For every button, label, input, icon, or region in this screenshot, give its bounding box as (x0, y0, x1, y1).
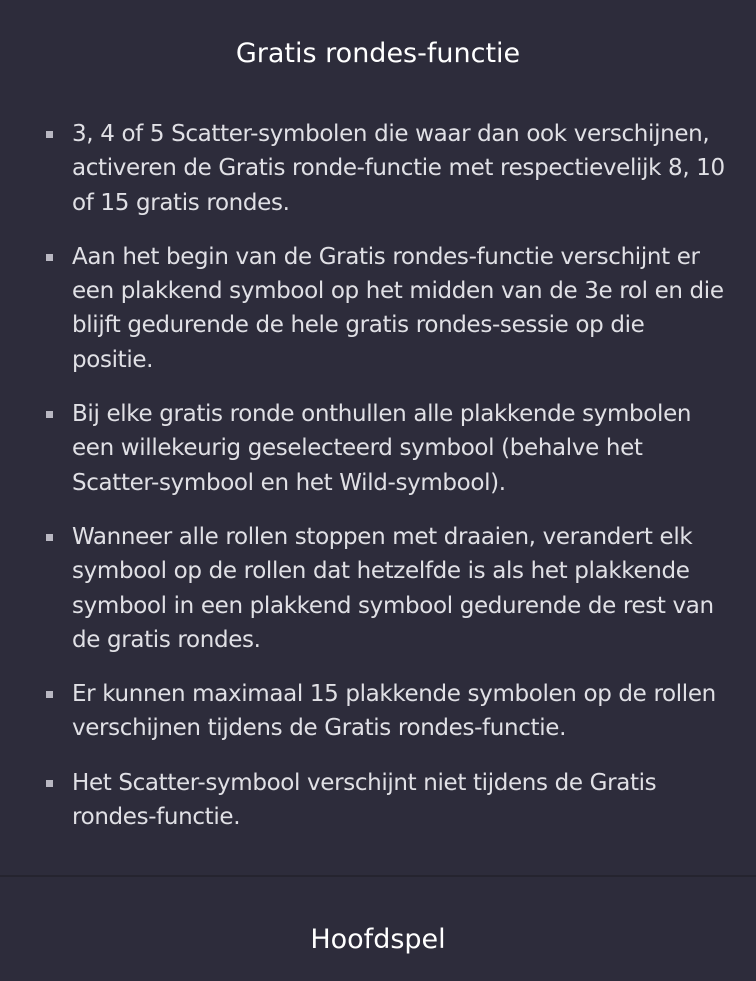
square-bullet-icon (46, 533, 53, 541)
square-bullet-icon (46, 411, 53, 419)
square-bullet-icon (46, 131, 53, 138)
main-game-section-header[interactable]: Hoofdspel (0, 920, 756, 960)
rule-item: 3, 4 of 5 Scatter-symbolen die waar dan … (0, 117, 756, 220)
square-bullet-icon (46, 253, 53, 261)
rules-list: 3, 4 of 5 Scatter-symbolen die waar dan … (0, 117, 756, 854)
section-title: Gratis rondes-functie (235, 38, 521, 69)
rule-text: Aan het begin van de Gratis rondes-funct… (72, 243, 724, 373)
rule-item: Wanneer alle rollen stoppen met draaien,… (0, 520, 756, 657)
rule-text: Bij elke gratis ronde onthullen alle pla… (72, 401, 692, 496)
rule-item: Bij elke gratis ronde onthullen alle pla… (0, 397, 756, 500)
rule-text: Het Scatter-symbool verschijnt niet tijd… (72, 769, 657, 831)
rule-text: Wanneer alle rollen stoppen met draaien,… (72, 523, 714, 653)
rule-item: Aan het begin van de Gratis rondes-funct… (0, 240, 756, 377)
square-bullet-icon (46, 691, 53, 699)
rule-item: Het Scatter-symbool verschijnt niet tijd… (0, 766, 756, 835)
rule-text: Er kunnen maximaal 15 plakkende symbolen… (72, 681, 716, 742)
square-bullet-icon (46, 779, 53, 787)
rule-item: Er kunnen maximaal 15 plakkende symbolen… (0, 677, 756, 746)
rule-text: 3, 4 of 5 Scatter-symbolen die waar dan … (72, 121, 725, 216)
section-divider (0, 875, 756, 877)
